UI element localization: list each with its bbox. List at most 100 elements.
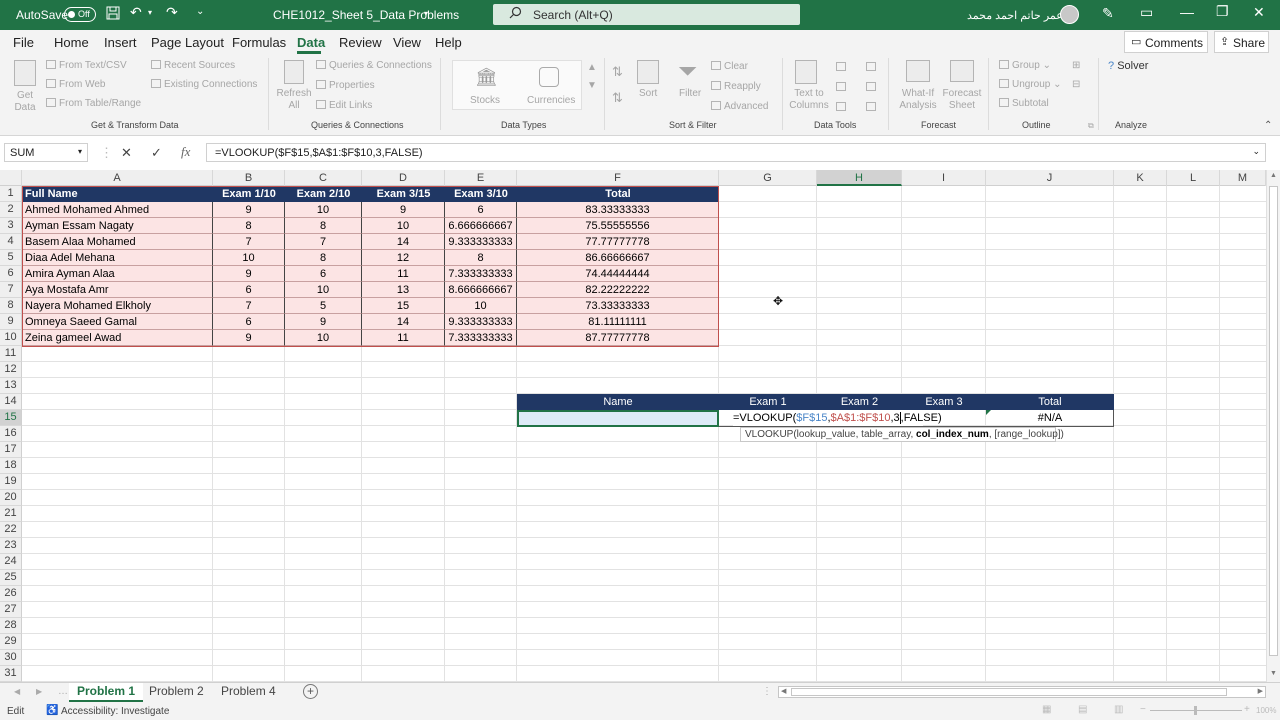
consolidate-icon[interactable] <box>866 62 879 73</box>
sort-button[interactable]: Sort <box>639 88 657 99</box>
column-header-j[interactable]: J <box>986 170 1114 186</box>
row-header[interactable]: 17 <box>0 442 22 458</box>
worksheet-grid[interactable]: 1 2 3 4 5 6 7 8 9 10 11 12 13 14 15 16 17 18 19 20 21 22 23 24 2… <box>0 186 1266 682</box>
menu-insert[interactable]: Insert <box>104 35 137 50</box>
menu-formulas[interactable]: Formulas <box>232 35 286 50</box>
column-header-f[interactable]: F <box>517 170 719 186</box>
tab-more-icon[interactable]: … <box>58 686 68 697</box>
maximize-icon[interactable]: ❐ <box>1216 3 1229 20</box>
cell-exam1[interactable]: 6 <box>213 282 285 298</box>
avatar[interactable] <box>1060 5 1079 24</box>
text-to-columns-button[interactable]: Text to Columns <box>789 88 829 112</box>
what-if-icon[interactable] <box>906 60 930 82</box>
lookup-header-exam2[interactable]: Exam 2 <box>817 394 902 410</box>
search-box[interactable]: Search (Alt+Q) <box>493 4 800 25</box>
hide-detail-icon[interactable]: ⊟ <box>1072 79 1080 90</box>
undo-icon[interactable]: ↶ <box>130 4 142 21</box>
show-detail-icon[interactable]: ⊞ <box>1072 60 1080 71</box>
row-header[interactable]: 30 <box>0 650 22 666</box>
refresh-icon[interactable] <box>284 60 304 84</box>
undo-dropdown-icon[interactable]: ▾ <box>148 8 152 17</box>
row-header[interactable]: 14 <box>0 394 22 410</box>
horizontal-scrollbar[interactable]: ◀ ▶ <box>778 686 1266 698</box>
row-header[interactable]: 21 <box>0 506 22 522</box>
lookup-header-exam1[interactable]: Exam 1 <box>719 394 817 410</box>
cell-total[interactable]: 86.66666667 <box>517 250 719 266</box>
cell-exam3-10[interactable]: 10 <box>445 298 517 314</box>
tab-scroll-left-icon[interactable]: ◀ <box>14 687 20 696</box>
outline-dialog-launcher-icon[interactable]: ⧉ <box>1088 121 1094 131</box>
cell-name[interactable]: Zeina gameel Awad <box>22 330 213 346</box>
row-header[interactable]: 25 <box>0 570 22 586</box>
row-header[interactable]: 11 <box>0 346 22 362</box>
existing-connections-button[interactable]: Existing Connections <box>151 79 257 90</box>
filter-icon[interactable]: ⏷ <box>678 58 697 86</box>
lookup-header-exam3[interactable]: Exam 3 <box>902 394 986 410</box>
cell-exam3-15[interactable]: 12 <box>362 250 445 266</box>
lookup-header-name[interactable]: Name <box>517 394 719 410</box>
cell-exam2[interactable]: 10 <box>285 202 362 218</box>
cell-name[interactable]: Ayman Essam Nagaty <box>22 218 213 234</box>
ribbon-display-icon[interactable]: ▭ <box>1140 4 1153 21</box>
relationships-icon[interactable] <box>866 82 879 93</box>
clear-button[interactable]: Clear <box>711 61 748 72</box>
zoom-slider-handle[interactable] <box>1194 706 1197 715</box>
forecast-sheet-icon[interactable] <box>950 60 974 82</box>
enter-entry-icon[interactable]: ✓ <box>151 145 162 161</box>
cell-exam3-10[interactable]: 8 <box>445 250 517 266</box>
scroll-down-icon[interactable]: ▼ <box>1270 670 1277 677</box>
cancel-entry-icon[interactable]: ✕ <box>121 145 132 161</box>
cell-exam2[interactable]: 9 <box>285 314 362 330</box>
reapply-button[interactable]: Reapply <box>711 81 761 92</box>
editing-formula-cell[interactable]: =VLOOKUP($F$15,$A$1:$F$10,3,FALSE) <box>733 410 942 426</box>
horizontal-scroll-thumb[interactable] <box>791 688 1227 696</box>
cell-exam3-15[interactable]: 15 <box>362 298 445 314</box>
remove-duplicates-icon[interactable] <box>836 82 849 93</box>
row-header[interactable]: 18 <box>0 458 22 474</box>
cell-exam3-10[interactable]: 9.333333333 <box>445 314 517 330</box>
page-layout-view-icon[interactable]: ▤ <box>1078 704 1087 715</box>
row-header[interactable]: 28 <box>0 618 22 634</box>
row-header[interactable]: 26 <box>0 586 22 602</box>
from-text-csv-button[interactable]: From Text/CSV <box>46 60 127 71</box>
column-header-e[interactable]: E <box>445 170 517 186</box>
row-header[interactable]: 10 <box>0 330 22 346</box>
column-header-c[interactable]: C <box>285 170 362 186</box>
column-header-b[interactable]: B <box>213 170 285 186</box>
row-header[interactable]: 9 <box>0 314 22 330</box>
sheet-tab-problem-1[interactable]: Problem 1 <box>69 683 144 702</box>
row-header[interactable]: 31 <box>0 666 22 682</box>
sort-icon[interactable] <box>637 60 659 84</box>
zoom-level[interactable]: 100% <box>1256 706 1276 715</box>
cell-exam3-10[interactable]: 7.333333333 <box>445 330 517 346</box>
cell-total[interactable]: 75.55555556 <box>517 218 719 234</box>
close-icon[interactable]: ✕ <box>1253 4 1265 21</box>
sort-az-icon[interactable]: ⇅ <box>612 64 623 80</box>
menu-page-layout[interactable]: Page Layout <box>151 35 224 50</box>
refresh-all-button[interactable]: Refresh All <box>276 88 312 112</box>
column-header-h[interactable]: H <box>817 170 902 186</box>
menu-file[interactable]: File <box>13 35 34 50</box>
zoom-out-icon[interactable]: − <box>1140 704 1146 715</box>
normal-view-icon[interactable]: ▦ <box>1042 704 1051 715</box>
row-header[interactable]: 7 <box>0 282 22 298</box>
cell-total[interactable]: 83.33333333 <box>517 202 719 218</box>
cell-exam2[interactable]: 10 <box>285 330 362 346</box>
cell-total[interactable]: 82.22222222 <box>517 282 719 298</box>
name-box-dropdown-icon[interactable]: ▾ <box>78 147 82 156</box>
cell-exam2[interactable]: 5 <box>285 298 362 314</box>
currencies-button[interactable]: Currencies <box>527 95 575 106</box>
cell-exam3-15[interactable]: 14 <box>362 314 445 330</box>
subtotal-button[interactable]: Subtotal <box>999 98 1049 109</box>
recent-sources-button[interactable]: Recent Sources <box>151 60 235 71</box>
pen-icon[interactable]: ✎ <box>1102 5 1114 22</box>
cell-exam3-10[interactable]: 7.333333333 <box>445 266 517 282</box>
header-exam1[interactable]: Exam 1/10 <box>213 186 285 202</box>
row-header[interactable]: 24 <box>0 554 22 570</box>
row-header[interactable]: 27 <box>0 602 22 618</box>
zoom-in-icon[interactable]: + <box>1244 704 1250 715</box>
row-header[interactable]: 2 <box>0 202 22 218</box>
cell-total[interactable]: 87.77777778 <box>517 330 719 346</box>
cell-exam3-15[interactable]: 10 <box>362 218 445 234</box>
lookup-total-cell[interactable]: #N/A <box>986 410 1114 426</box>
